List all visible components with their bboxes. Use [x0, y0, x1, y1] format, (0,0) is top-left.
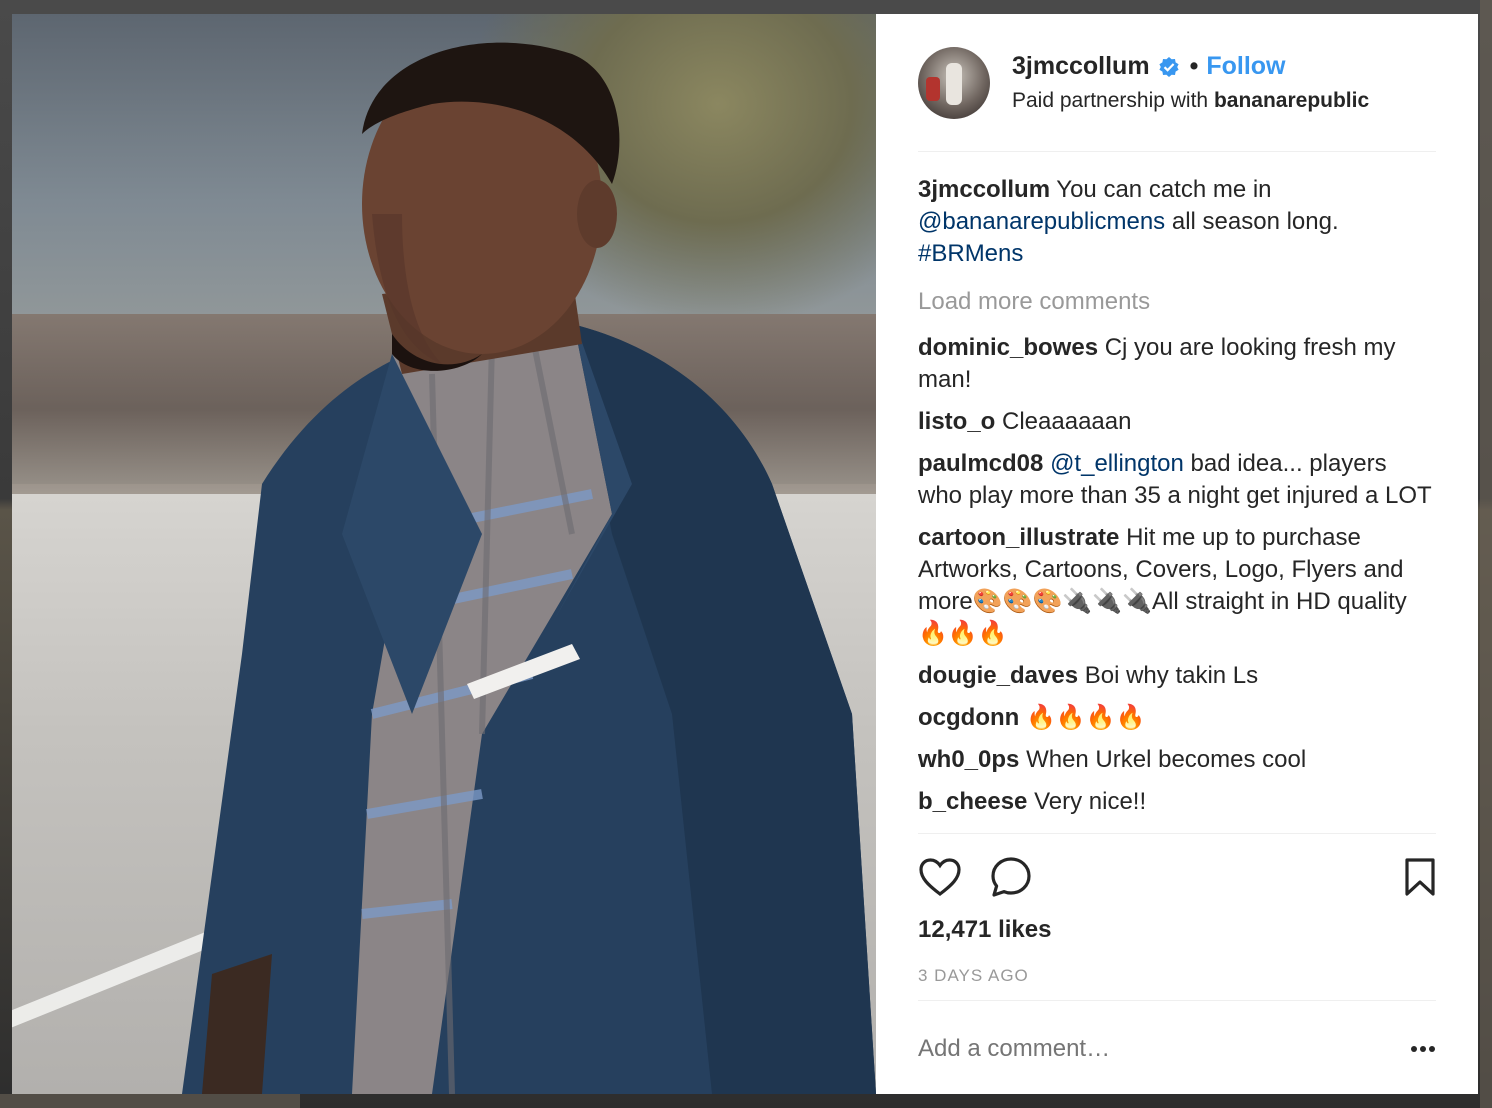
- caption-text-1: You can catch me in: [1056, 176, 1272, 203]
- header-row-author: 3jmccollum • Follow: [1012, 52, 1369, 81]
- partner-link[interactable]: bananarepublic: [1214, 89, 1369, 112]
- comment-item: listo_o Cleaaaaaan: [918, 406, 1436, 438]
- header-text: 3jmccollum • Follow Paid partnership wit…: [1012, 52, 1369, 113]
- comment-item: ocgdonn 🔥🔥🔥🔥: [918, 702, 1436, 734]
- comment-text: Very nice!!: [1034, 788, 1147, 815]
- comment-text: When Urkel becomes cool: [1026, 746, 1307, 773]
- bookmark-icon[interactable]: [1404, 854, 1436, 900]
- comment-username[interactable]: cartoon_illustrate: [918, 524, 1119, 551]
- comments-section[interactable]: 3jmccollum You can catch me in @bananare…: [918, 152, 1436, 834]
- author-username[interactable]: 3jmccollum: [1012, 52, 1150, 81]
- avatar-figure: [946, 62, 962, 105]
- add-comment-bar: [918, 1001, 1436, 1097]
- comment-username[interactable]: ocgdonn: [918, 704, 1019, 731]
- comment-icon[interactable]: [990, 854, 1036, 900]
- post-side-panel: 3jmccollum • Follow Paid partnership wit…: [876, 14, 1478, 1094]
- backdrop-thumbnail: [0, 1094, 300, 1108]
- add-comment-input[interactable]: [918, 1035, 1396, 1063]
- post-header: 3jmccollum • Follow Paid partnership wit…: [918, 14, 1436, 152]
- post-modal: 3jmccollum • Follow Paid partnership wit…: [12, 14, 1478, 1094]
- partnership-prefix: Paid partnership with: [1012, 89, 1209, 112]
- post-photo[interactable]: [12, 14, 876, 1094]
- likes-count[interactable]: 12,471 likes: [918, 916, 1436, 944]
- heart-icon[interactable]: [918, 854, 964, 900]
- comment-username[interactable]: dougie_daves: [918, 662, 1078, 689]
- caption-hashtag-link[interactable]: #BRMens: [918, 240, 1023, 267]
- caption-text-2: all season long.: [1171, 208, 1339, 235]
- comment-username[interactable]: paulmcd08: [918, 450, 1043, 477]
- caption-mention-link[interactable]: @bananarepublicmens: [918, 208, 1165, 235]
- post-actions-bar: [918, 834, 1436, 916]
- avatar-figure-red: [926, 76, 940, 101]
- comment-mention-link[interactable]: @t_ellington: [1050, 450, 1184, 477]
- comment-item: wh0_0ps When Urkel becomes cool: [918, 744, 1436, 776]
- caption-author[interactable]: 3jmccollum: [918, 176, 1050, 203]
- load-more-comments-link[interactable]: Load more comments: [918, 286, 1436, 318]
- comment-item: paulmcd08 @t_ellington bad idea... playe…: [918, 448, 1436, 512]
- comment-username[interactable]: wh0_0ps: [918, 746, 1019, 773]
- photo-person-illustration: [182, 42, 876, 1094]
- comment-username[interactable]: listo_o: [918, 408, 995, 435]
- follow-button[interactable]: Follow: [1206, 52, 1285, 81]
- more-options-icon[interactable]: [1396, 1034, 1436, 1064]
- comment-item: cartoon_illustrate Hit me up to purchase…: [918, 522, 1436, 650]
- comment-item: dominic_bowes Cj you are looking fresh m…: [918, 332, 1436, 396]
- comment-text: 🔥🔥🔥🔥: [1025, 704, 1146, 731]
- comment-text: Cleaaaaaan: [1002, 408, 1132, 435]
- comment-text: Boi why takin Ls: [1084, 662, 1259, 689]
- post-timestamp[interactable]: 3 DAYS AGO: [918, 966, 1436, 986]
- comment-username[interactable]: b_cheese: [918, 788, 1027, 815]
- author-avatar[interactable]: [918, 46, 990, 119]
- comment-item: b_cheese Very nice!!: [918, 786, 1436, 818]
- header-separator: •: [1189, 52, 1199, 80]
- caption: 3jmccollum You can catch me in @bananare…: [918, 174, 1436, 270]
- comment-username[interactable]: dominic_bowes: [918, 334, 1098, 361]
- comment-item: dougie_daves Boi why takin Ls: [918, 660, 1436, 692]
- paid-partnership-line: Paid partnership with bananarepublic: [1012, 89, 1369, 113]
- backdrop-thumbnail: [1480, 0, 1492, 1108]
- verified-badge-icon: [1158, 56, 1180, 78]
